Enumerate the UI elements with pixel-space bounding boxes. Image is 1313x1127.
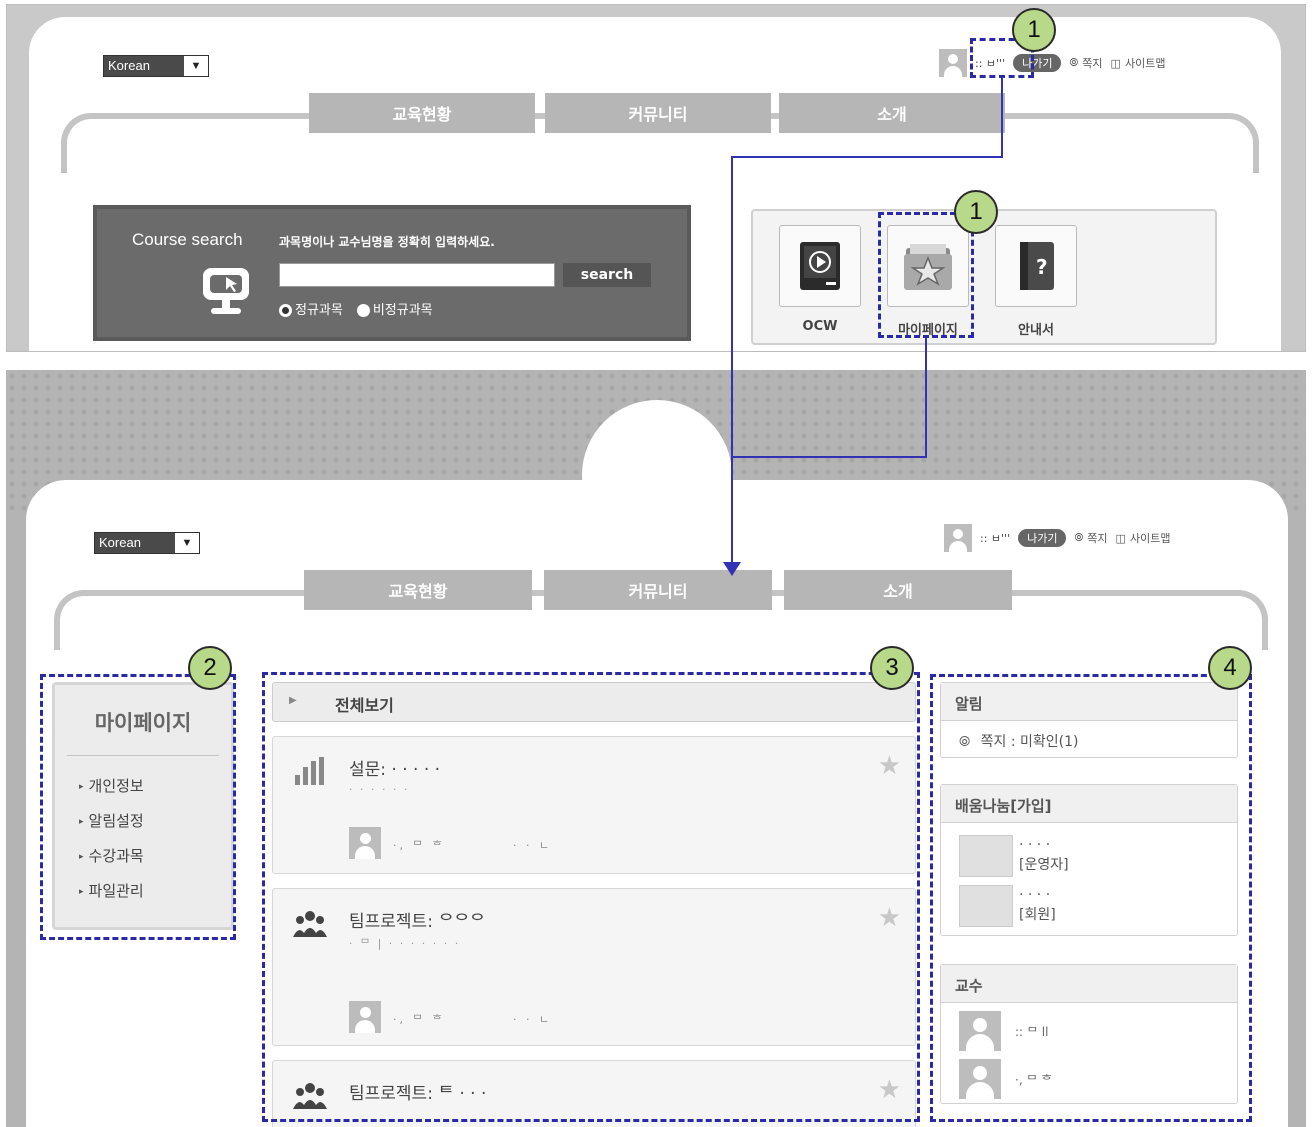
guide-button[interactable]: ? (995, 225, 1077, 307)
radio-checked-icon (279, 304, 292, 317)
arrow-down-icon (723, 562, 741, 576)
annotation-badge: 1 (1012, 8, 1056, 52)
user-name: :: ㅂ''' (980, 532, 1011, 545)
annotation-box-sidebar (40, 674, 236, 940)
note-label: 쪽지 (1087, 532, 1108, 545)
sitemap-link[interactable]: ◫ 사이트맵 (1116, 530, 1171, 546)
language-select[interactable]: Korean ▼ (103, 55, 209, 77)
annotation-badge: 2 (188, 646, 232, 690)
guide-link[interactable]: ? 안내서 (995, 225, 1081, 338)
tab-about[interactable]: 소개 (779, 93, 1005, 133)
radio-regular-label: 정규과목 (295, 303, 343, 318)
connector-line (731, 156, 733, 566)
language-select[interactable]: Korean ▼ (94, 532, 200, 554)
logout-button[interactable]: 나가기 (1018, 529, 1067, 547)
tab-education[interactable]: 교육현황 (304, 570, 532, 610)
svg-text:?: ? (1036, 255, 1048, 279)
monitor-icon (199, 266, 253, 316)
annotation-badge: 3 (870, 646, 914, 690)
ocw-link[interactable]: OCW (779, 225, 865, 334)
sitemap-link[interactable]: ◫ 사이트맵 (1111, 55, 1166, 71)
language-select-value: Korean (104, 56, 184, 76)
tab-education[interactable]: 교육현황 (309, 93, 535, 133)
sitemap-label: 사이트맵 (1129, 532, 1171, 545)
ocw-play-icon (800, 242, 840, 290)
radio-unchecked-icon (356, 304, 370, 317)
chevron-down-icon: ▼ (190, 60, 202, 72)
sitemap-label: 사이트맵 (1124, 57, 1166, 70)
annotation-badge: 4 (1208, 646, 1252, 690)
tab-community[interactable]: 커뮤니티 (545, 93, 771, 133)
user-area: :: ㅂ''' 나가기 ⦾ 쪽지 ◫ 사이트맵 (944, 524, 1170, 552)
connector-line (731, 156, 1003, 158)
connector-line (925, 338, 927, 458)
radio-irregular-label: 비정규과목 (372, 303, 433, 318)
annotation-badge: 1 (954, 190, 998, 234)
course-type-radios: 정규과목 비정규과목 (279, 299, 433, 318)
language-select-value: Korean (95, 533, 175, 553)
annotation-box-right (930, 674, 1252, 1122)
radio-irregular[interactable]: 비정규과목 (356, 299, 433, 318)
note-link[interactable]: ⦾ 쪽지 (1074, 530, 1107, 546)
annotation-box-mypage (878, 212, 974, 338)
radio-regular[interactable]: 정규과목 (279, 299, 343, 318)
user-avatar-icon (944, 524, 972, 552)
user-avatar-icon (939, 49, 967, 77)
guide-book-icon: ? (1020, 242, 1054, 290)
connector-line (731, 456, 927, 458)
note-icon: ⦾ (1069, 56, 1079, 69)
note-link[interactable]: ⦾ 쪽지 (1069, 55, 1102, 71)
note-icon: ⦾ (1074, 531, 1084, 544)
sitemap-icon: ◫ (1110, 56, 1121, 70)
search-hint: 과목명이나 교수님명을 정확히 입력하세요. (279, 235, 495, 249)
tab-community[interactable]: 커뮤니티 (544, 570, 772, 610)
sitemap-icon: ◫ (1115, 531, 1126, 545)
annotation-box-feed (262, 672, 920, 1122)
connector-line (1001, 78, 1003, 158)
course-search-input[interactable] (279, 263, 555, 287)
ocw-label: OCW (802, 319, 838, 334)
course-search-panel: Course search 과목명이나 교수님명을 정확히 입력하세요. sea… (93, 205, 691, 341)
tab-about[interactable]: 소개 (784, 570, 1012, 610)
ocw-button[interactable] (779, 225, 861, 307)
chevron-down-icon: ▼ (181, 537, 193, 549)
search-button[interactable]: search (563, 263, 651, 287)
search-title: Course search (132, 230, 243, 249)
note-label: 쪽지 (1082, 57, 1103, 70)
guide-label: 안내서 (1018, 323, 1054, 338)
top-screenshot: Korean ▼ :: ㅂ''' 나가기 ⦾ 쪽지 ◫ 사이트맵 교육현황 커뮤… (6, 4, 1306, 352)
